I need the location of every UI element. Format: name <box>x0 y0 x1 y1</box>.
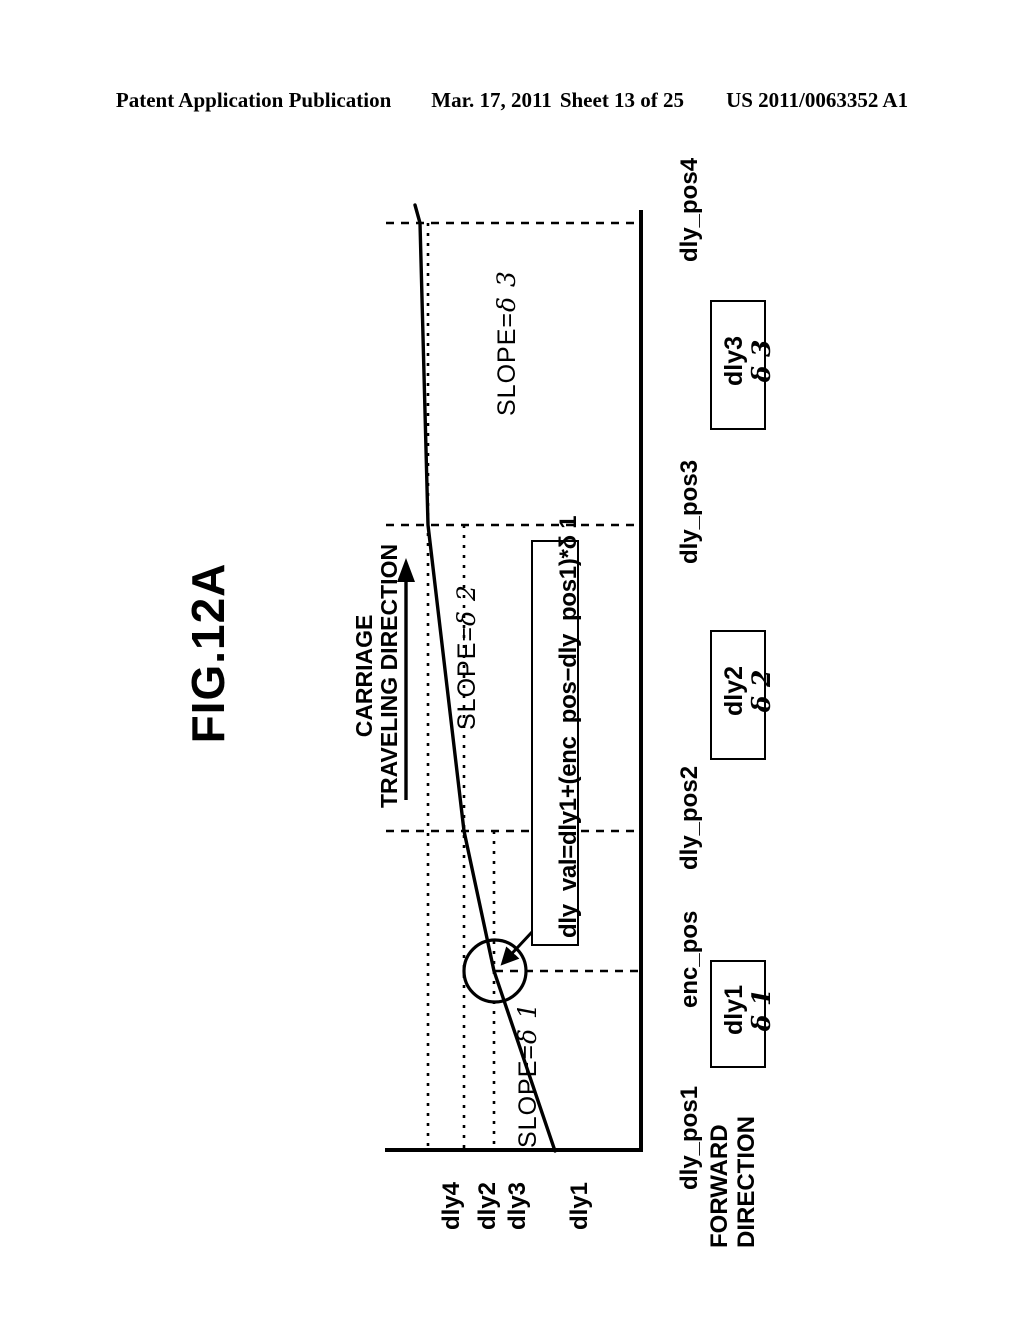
slope1-delta: δ 1 <box>513 1002 542 1045</box>
legend-dly2-name: dly2 <box>720 665 748 717</box>
figure-plot: dly_pos4 dly_pos3 dly_pos2 enc_pos dly_p… <box>0 0 1024 1320</box>
x-tick-label-dly-pos1: dly_pos1 <box>676 1085 703 1190</box>
formula-leader-arrow <box>500 930 534 966</box>
legend-dly3-delta: δ 3 <box>747 339 776 383</box>
legend-dly1-delta: δ 1 <box>747 988 776 1032</box>
slope1-text: SLOPE= <box>514 1044 542 1148</box>
legend-box-dly1: dly1 δ 1 <box>710 960 776 1068</box>
slope3-text: SLOPE= <box>493 312 521 416</box>
slope2-text: SLOPE= <box>453 626 481 730</box>
legend-box-dly3-text: dly3 δ 3 <box>720 302 776 420</box>
legend-dly3-name: dly3 <box>720 335 748 387</box>
y-tick-label-dly2: dly2 <box>474 1181 501 1230</box>
slope-label-delta1: SLOPE=δ 1 <box>513 1002 543 1148</box>
legend-dly2-delta: δ 2 <box>747 669 776 713</box>
slope-label-delta2: SLOPE=δ 2 <box>452 584 482 730</box>
carriage-direction-label: CARRIAGE TRAVELING DIRECTION <box>351 543 402 808</box>
formula-callout-box: dly_val=dly1+(enc_pos−dly_pos1)*δ 1 <box>531 516 582 946</box>
legend-dly1-name: dly1 <box>720 984 748 1036</box>
y-tick-label-dly4: dly4 <box>438 1181 465 1230</box>
x-tick-label-dly-pos4: dly_pos4 <box>676 157 703 262</box>
legend-box-dly2: dly2 δ 2 <box>710 630 776 760</box>
forward-direction-line1: FORWARD <box>706 1124 733 1248</box>
legend-box-dly3: dly3 δ 3 <box>710 300 776 430</box>
x-tick-label-enc-pos: enc_pos <box>676 910 703 1008</box>
x-tick-label-dly-pos2: dly_pos2 <box>676 765 703 870</box>
legend-box-dly1-text: dly1 δ 1 <box>720 962 776 1058</box>
formula-string: dly_val=dly1+(enc_pos−dly_pos1)*δ 1 <box>555 515 582 938</box>
y-tick-label-dly1: dly1 <box>566 1181 593 1230</box>
carriage-direction-line1: CARRIAGE <box>351 614 377 738</box>
legend-box-dly2-text: dly2 δ 2 <box>720 632 776 750</box>
slope-label-delta3: SLOPE=δ 3 <box>492 270 522 416</box>
forward-direction-line2: DIRECTION <box>733 1116 760 1248</box>
plot-canvas <box>385 203 643 1153</box>
x-tick-label-dly-pos3: dly_pos3 <box>676 459 703 564</box>
slope2-delta: δ 2 <box>452 584 481 627</box>
carriage-direction-line2: TRAVELING DIRECTION <box>376 543 402 808</box>
forward-direction-label: FORWARD DIRECTION <box>706 1116 760 1248</box>
slope3-delta: δ 3 <box>492 270 521 313</box>
y-tick-label-dly3: dly3 <box>504 1181 531 1230</box>
formula-text: dly_val=dly1+(enc_pos−dly_pos1)*δ 1 <box>555 516 583 938</box>
